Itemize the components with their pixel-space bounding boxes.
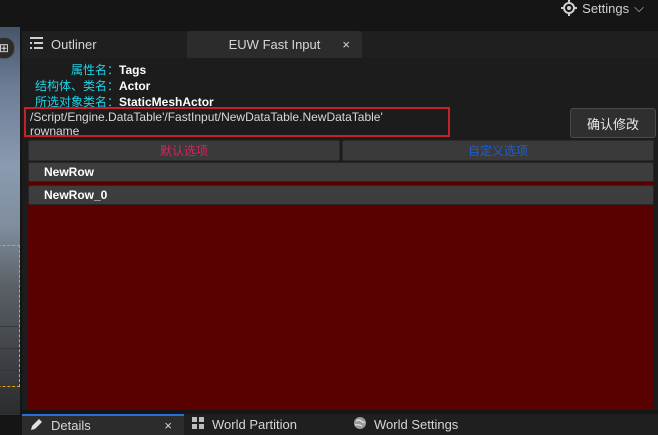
outliner-icon — [30, 37, 43, 52]
chevron-down-icon: ⌵ — [634, 0, 644, 15]
struct-class-key: 结构体、类名： — [34, 79, 119, 93]
tab-details-label: Details — [51, 418, 91, 433]
property-name-key: 属性名： — [70, 63, 119, 77]
viewport-grid-icon[interactable]: ⊞ — [0, 37, 15, 59]
tab-world-partition-label: World Partition — [212, 417, 298, 432]
selection-outline — [0, 245, 20, 387]
top-bar: Settings ⌵ — [0, 0, 658, 27]
globe-icon — [353, 416, 367, 433]
property-name-line: 属性名：Tags — [22, 61, 146, 78]
row-button-newrow[interactable]: NewRow — [28, 162, 654, 182]
row-list: NewRow NewRow_0 — [28, 161, 654, 410]
tab-outliner[interactable]: Outliner — [22, 31, 182, 58]
tab-world-settings-label: World Settings — [374, 417, 459, 432]
row-button-newrow-0[interactable]: NewRow_0 — [28, 185, 654, 205]
close-icon[interactable]: × — [342, 37, 350, 52]
struct-class-line: 结构体、类名：Actor — [22, 77, 150, 94]
grid-icon — [192, 416, 205, 433]
tab-euw-fast-input-label: EUW Fast Input — [228, 37, 321, 52]
rowname-text: rowname — [30, 124, 80, 138]
pencil-icon — [30, 418, 43, 434]
tab-world-partition[interactable]: World Partition — [192, 414, 297, 435]
close-icon[interactable]: × — [164, 418, 172, 433]
struct-class-value: Actor — [119, 79, 151, 93]
datatable-path-field[interactable]: /Script/Engine.DataTable'/FastInput/NewD… — [24, 107, 450, 138]
tab-details[interactable]: Details × — [22, 414, 184, 435]
property-name-value: Tags — [119, 63, 147, 77]
default-option-button[interactable]: 默认选项 — [28, 140, 340, 161]
settings-button[interactable]: Settings ⌵ — [561, 0, 644, 16]
panel-tab-bar: Outliner EUW Fast Input × — [22, 31, 658, 58]
viewport-preview[interactable]: ⊞ — [0, 27, 20, 415]
settings-label: Settings — [582, 0, 630, 16]
datatable-path-text: /Script/Engine.DataTable'/FastInput/NewD… — [30, 110, 383, 124]
custom-option-button[interactable]: 自定义选项 — [342, 140, 654, 161]
tab-euw-fast-input[interactable]: EUW Fast Input × — [187, 31, 362, 58]
tab-world-settings[interactable]: World Settings — [353, 414, 458, 435]
fast-input-panel: 属性名：Tags 结构体、类名：Actor 所选对象类名：StaticMeshA… — [22, 58, 658, 410]
tab-outliner-label: Outliner — [51, 37, 97, 52]
bottom-tab-bar: Details × World Partition World Settings — [22, 414, 658, 435]
gear-icon — [561, 0, 578, 16]
confirm-modify-button[interactable]: 确认修改 — [570, 108, 656, 138]
